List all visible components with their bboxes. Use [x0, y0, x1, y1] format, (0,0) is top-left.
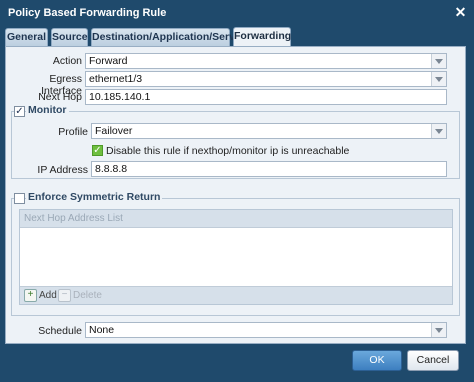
forwarding-panel: Action Forward Egress Interface ethernet…: [5, 46, 466, 344]
cancel-button[interactable]: Cancel: [407, 350, 459, 371]
symmetric-return-checkbox[interactable]: [14, 193, 25, 204]
close-icon[interactable]: ✕: [453, 5, 468, 20]
egress-interface-select[interactable]: ethernet1/3: [85, 71, 447, 87]
schedule-select[interactable]: None: [85, 322, 447, 338]
next-hop-input[interactable]: 10.185.140.1: [85, 89, 447, 105]
tab-forwarding[interactable]: Forwarding: [233, 27, 291, 47]
chevron-down-icon[interactable]: [431, 323, 446, 337]
disable-rule-label: Disable this rule if nexthop/monitor ip …: [106, 145, 350, 157]
tab-source[interactable]: Source: [51, 28, 88, 46]
profile-value: Failover: [95, 125, 133, 137]
schedule-label: Schedule: [38, 325, 82, 337]
schedule-value: None: [89, 324, 115, 336]
policy-based-forwarding-dialog: Policy Based Forwarding Rule ✕ General S…: [0, 0, 474, 382]
egress-interface-value: ethernet1/3: [89, 73, 143, 85]
tab-general[interactable]: General: [5, 28, 48, 46]
delete-icon: −: [58, 289, 71, 302]
ok-button[interactable]: OK: [352, 350, 402, 371]
profile-select[interactable]: Failover: [91, 123, 447, 139]
ip-address-input[interactable]: 8.8.8.8: [91, 161, 447, 177]
delete-button[interactable]: − Delete: [58, 289, 102, 302]
next-hop-address-list: Next Hop Address List + Add − Delete: [19, 209, 453, 305]
action-value: Forward: [89, 55, 128, 67]
add-icon: +: [24, 289, 37, 302]
profile-label: Profile: [58, 126, 88, 138]
add-button[interactable]: + Add: [24, 289, 57, 302]
chevron-down-icon[interactable]: [431, 124, 446, 138]
ip-address-label: IP Address: [37, 164, 88, 176]
dialog-title: Policy Based Forwarding Rule: [8, 7, 167, 19]
next-hop-address-list-header: Next Hop Address List: [20, 210, 452, 228]
action-select[interactable]: Forward: [85, 53, 447, 69]
disable-rule-checkbox[interactable]: ✓: [92, 145, 103, 156]
list-toolbar: + Add − Delete: [20, 286, 452, 304]
monitor-checkbox[interactable]: ✓: [14, 106, 25, 117]
monitor-title: Monitor: [26, 104, 69, 116]
tab-destination-application-service[interactable]: Destination/Application/Service: [91, 28, 250, 46]
action-label: Action: [52, 55, 82, 67]
add-label: Add: [39, 290, 57, 302]
chevron-down-icon[interactable]: [431, 54, 446, 68]
next-hop-label: Next Hop: [38, 91, 82, 103]
delete-label: Delete: [73, 290, 102, 302]
symmetric-return-title: Enforce Symmetric Return: [26, 191, 163, 203]
chevron-down-icon[interactable]: [431, 72, 446, 86]
